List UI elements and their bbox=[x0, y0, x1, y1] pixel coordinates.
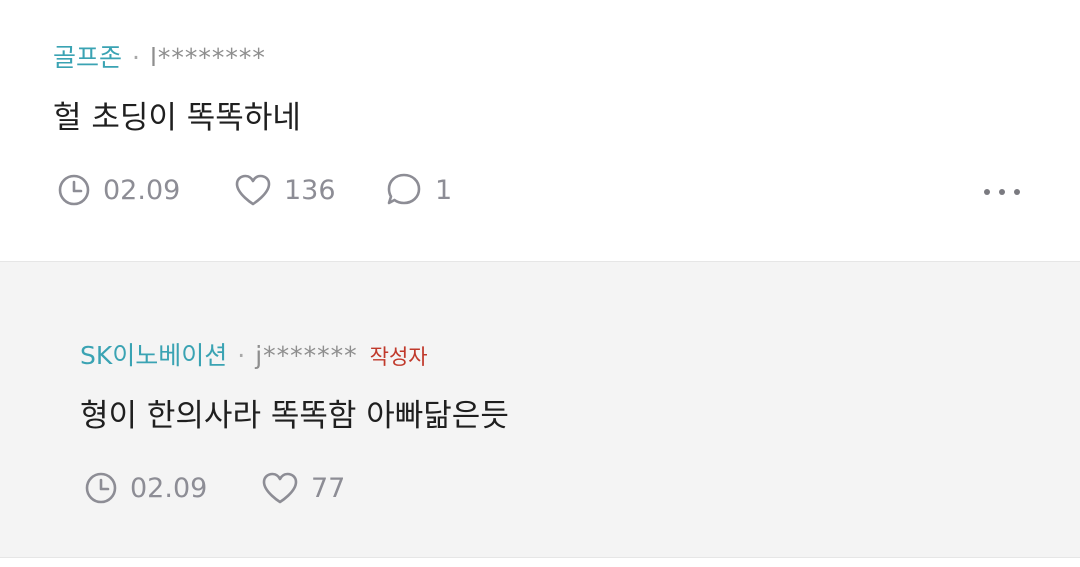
company-name[interactable]: 골프존 bbox=[53, 43, 122, 72]
author-badge: 작성자 bbox=[369, 345, 428, 369]
company-name[interactable]: SK이노베이션 bbox=[80, 341, 227, 370]
reply-count: 1 bbox=[435, 174, 453, 206]
comment-date: 02.09 bbox=[103, 174, 181, 206]
comment-author-line: 골프존 · l******** bbox=[53, 42, 266, 74]
heart-icon bbox=[234, 173, 272, 207]
reply-author-line: SK이노베이션 · j******* 작성자 bbox=[80, 340, 428, 373]
clock-icon bbox=[57, 173, 91, 207]
like-button[interactable]: 136 bbox=[234, 170, 336, 210]
reply-button[interactable]: 1 bbox=[385, 170, 452, 210]
reply-item: SK이노베이션 · j******* 작성자 형이 한의사라 똑똑함 아빠닮은듯 02… bbox=[0, 262, 1080, 558]
user-id: j******* bbox=[255, 341, 358, 370]
like-count: 136 bbox=[284, 174, 336, 206]
heart-icon bbox=[261, 471, 299, 505]
like-button[interactable]: 77 bbox=[261, 468, 345, 508]
reply-date: 02.09 bbox=[130, 472, 208, 504]
separator-dot: · bbox=[237, 341, 246, 370]
comment-item: 골프존 · l******** 헐 초딩이 똑똑하네 02.09 136 1 bbox=[0, 0, 1080, 262]
like-count: 77 bbox=[311, 472, 346, 504]
clock-icon bbox=[84, 471, 118, 505]
more-options-button[interactable] bbox=[984, 183, 1020, 201]
user-id: l******** bbox=[149, 43, 266, 72]
date-stat: 02.09 bbox=[57, 170, 180, 210]
date-stat: 02.09 bbox=[84, 468, 207, 508]
comment-text: 헐 초딩이 똑똑하네 bbox=[53, 100, 301, 136]
more-options-icon bbox=[984, 189, 990, 195]
reply-text: 형이 한의사라 똑똑함 아빠닮은듯 bbox=[80, 398, 509, 434]
separator-dot: · bbox=[132, 43, 140, 72]
comment-bubble-icon bbox=[385, 172, 423, 208]
